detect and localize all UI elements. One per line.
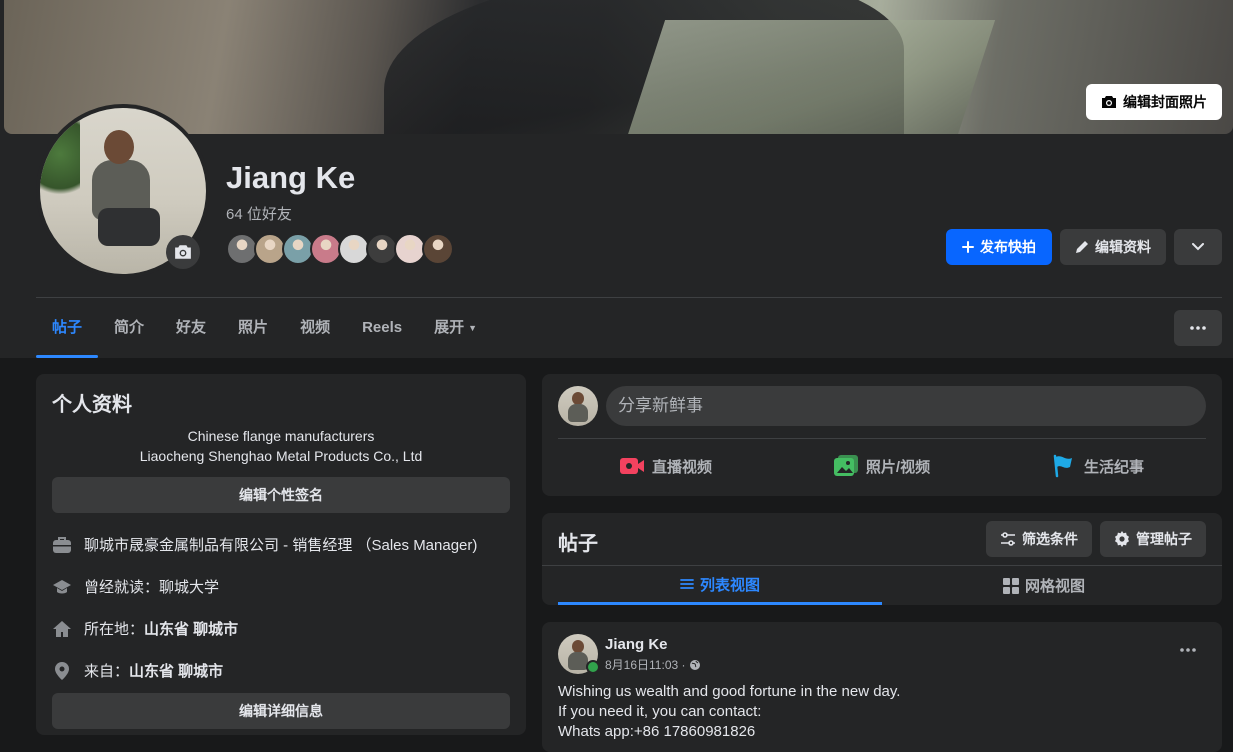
filter-button[interactable]: 筛选条件: [986, 521, 1092, 557]
post-card: Jiang Ke 8月16日11:03 · Wishing us wealth …: [542, 622, 1222, 752]
from-link[interactable]: 山东省 聊城市: [129, 663, 223, 680]
cover-photo[interactable]: [4, 0, 1233, 134]
tab-about[interactable]: 简介: [98, 298, 160, 358]
edit-details-button[interactable]: 编辑详细信息: [52, 693, 510, 729]
tab-videos[interactable]: 视频: [284, 298, 346, 358]
live-video-icon: [619, 457, 644, 475]
profile-name: Jiang Ke: [226, 160, 356, 195]
edit-profile-label: 编辑资料: [1095, 239, 1151, 255]
work-row: 聊城市晟豪金属制品有限公司 - 销售经理 （Sales Manager): [52, 534, 477, 555]
friends-count-link[interactable]: 64 位好友: [226, 203, 292, 224]
photo-video-button[interactable]: 照片/视频: [774, 446, 990, 486]
online-status-dot: [586, 660, 600, 674]
tab-photos[interactable]: 照片: [222, 298, 284, 358]
grid-view-tab[interactable]: 网格视图: [882, 566, 1206, 605]
tab-posts[interactable]: 帖子: [36, 298, 99, 358]
home-icon: [52, 619, 72, 639]
posts-header-card: 帖子 筛选条件 管理帖子 列表视图 网格视图: [542, 513, 1222, 605]
briefcase-icon: [52, 535, 72, 555]
post-text-line: If you need it, you can contact:: [558, 703, 762, 720]
profile-more-button[interactable]: [1174, 229, 1222, 265]
post-text: Wishing us wealth and good fortune in th…: [558, 682, 900, 742]
post-more-button[interactable]: [1172, 638, 1204, 662]
sliders-icon: [1000, 532, 1016, 546]
edit-cover-photo-label: 编辑封面照片: [1123, 94, 1207, 110]
composer-avatar[interactable]: [558, 386, 598, 426]
composer-divider: [558, 438, 1206, 439]
lives-in-row: 所在地：山东省 聊城市: [52, 618, 238, 639]
live-video-button[interactable]: 直播视频: [558, 446, 774, 486]
education-link[interactable]: 聊城大学: [159, 579, 219, 596]
manage-posts-button[interactable]: 管理帖子: [1100, 521, 1206, 557]
life-event-button[interactable]: 生活纪事: [990, 446, 1206, 486]
tab-reels[interactable]: Reels: [346, 298, 418, 358]
flag-icon: [1052, 454, 1076, 478]
bio-line: Liaocheng Shenghao Metal Products Co., L…: [139, 448, 423, 464]
post-timestamp[interactable]: 8月16日11:03 ·: [605, 656, 686, 673]
edit-bio-button[interactable]: 编辑个性签名: [52, 477, 510, 513]
tab-more[interactable]: 展开 ▼: [418, 298, 493, 358]
post-text-line: Whats app:+86 17860981826: [558, 723, 756, 740]
lives-in-link[interactable]: 山东省 聊城市: [144, 621, 238, 638]
publish-story-label: 发布快拍: [980, 239, 1036, 255]
intro-title: 个人资料: [52, 394, 132, 416]
intro-card: 个人资料 Chinese flange manufacturers Liaoch…: [36, 374, 526, 735]
update-avatar-button[interactable]: [166, 235, 200, 269]
publish-story-button[interactable]: 发布快拍: [946, 229, 1052, 265]
photo-icon: [833, 455, 858, 477]
post-text-line: Wishing us wealth and good fortune in th…: [558, 683, 901, 700]
more-horizontal-icon: [1190, 326, 1206, 330]
list-view-tab[interactable]: 列表视图: [558, 566, 882, 605]
friend-avatar[interactable]: [422, 233, 454, 265]
location-pin-icon: [52, 661, 72, 681]
more-horizontal-icon: [1180, 648, 1196, 652]
post-meta: 8月16日11:03 ·: [605, 656, 701, 673]
profile-tabs: 帖子 简介 好友 照片 视频 Reels 展开 ▼: [36, 298, 493, 358]
education-row: 曾经就读：聊城大学: [52, 576, 219, 597]
post-composer: 分享新鲜事 直播视频 照片/视频 生活纪事: [542, 374, 1222, 496]
tabs-more-options-button[interactable]: [1174, 310, 1222, 346]
post-author-name[interactable]: Jiang Ke: [605, 636, 668, 653]
edit-profile-button[interactable]: 编辑资料: [1060, 229, 1166, 265]
plus-icon: [962, 241, 974, 253]
composer-actions: 直播视频 照片/视频 生活纪事: [558, 446, 1206, 486]
gear-icon: [1114, 531, 1130, 547]
friend-avatars: [226, 233, 454, 265]
posts-title: 帖子: [558, 533, 598, 555]
pencil-icon: [1075, 240, 1089, 254]
camera-icon: [174, 244, 192, 260]
chevron-down-icon: [1192, 243, 1204, 251]
work-text[interactable]: 聊城市晟豪金属制品有限公司 - 销售经理 （Sales Manager): [84, 534, 477, 555]
composer-input[interactable]: 分享新鲜事: [606, 386, 1206, 426]
graduation-cap-icon: [52, 577, 72, 597]
globe-icon: [689, 659, 701, 671]
list-icon: [680, 578, 694, 590]
bio-line: Chinese flange manufacturers: [187, 428, 375, 444]
caret-down-icon: ▼: [468, 323, 478, 334]
tab-friends[interactable]: 好友: [160, 298, 222, 358]
from-row: 来自：山东省 聊城市: [52, 660, 223, 681]
grid-icon: [1002, 577, 1019, 594]
bio: Chinese flange manufacturers Liaocheng S…: [36, 426, 526, 466]
edit-cover-photo-button[interactable]: 编辑封面照片: [1086, 84, 1222, 120]
camera-icon: [1101, 95, 1117, 109]
